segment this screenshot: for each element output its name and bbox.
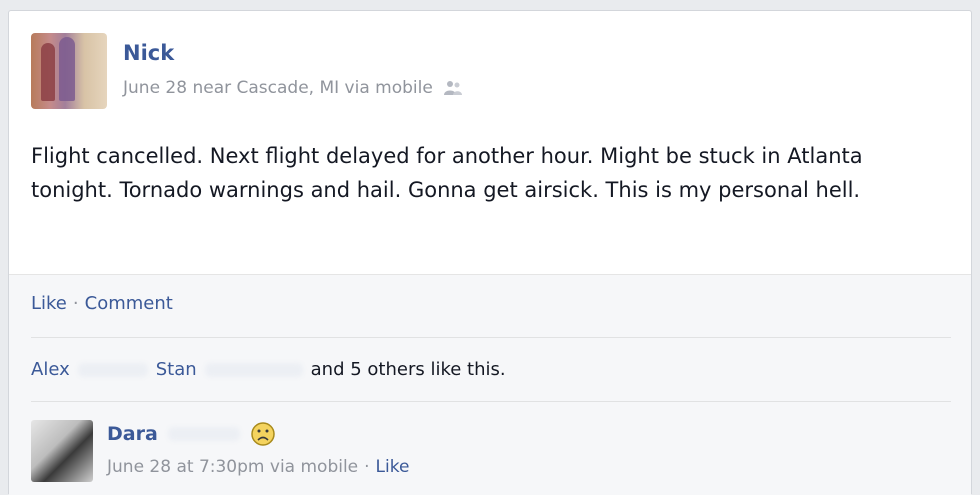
divider (31, 401, 951, 402)
post-meta-text[interactable]: June 28 near Cascade, MI via mobile (123, 78, 433, 98)
commenter-avatar[interactable] (31, 420, 93, 482)
comment-like-link[interactable]: Like (376, 457, 410, 477)
likes-count-text[interactable]: and 5 others like this. (311, 359, 506, 380)
post-author-name[interactable]: Nick (123, 41, 174, 65)
liker-link[interactable]: Stan (156, 359, 197, 380)
divider (9, 274, 971, 275)
post-text: Flight cancelled. Next flight delayed fo… (31, 144, 863, 202)
post-card: Nick June 28 near Cascade, MI via mobile… (8, 10, 972, 495)
blurred-name (77, 362, 148, 377)
divider (31, 337, 951, 338)
like-link[interactable]: Like (31, 293, 67, 314)
comment-author-name[interactable]: Dara (107, 423, 158, 445)
comment-header: Dara (107, 421, 276, 447)
separator: · (364, 457, 370, 477)
liker-link[interactable]: Alex (31, 359, 70, 380)
post-actions: Like · Comment (31, 293, 173, 314)
comment-meta: June 28 at 7:30pm via mobile · Like (107, 457, 409, 477)
blurred-name (167, 427, 240, 441)
avatar-figure (59, 37, 75, 101)
avatar-figure (41, 43, 55, 101)
friends-icon[interactable] (443, 80, 463, 96)
post-meta: June 28 near Cascade, MI via mobile (123, 78, 463, 98)
author-avatar[interactable] (31, 33, 107, 109)
sad-face-icon (250, 421, 276, 447)
blurred-name (204, 362, 303, 377)
separator: · (72, 293, 79, 314)
likes-summary: Alex Stan and 5 others like this. (31, 359, 506, 380)
comment-timestamp[interactable]: June 28 at 7:30pm via mobile (107, 457, 358, 477)
comment-link[interactable]: Comment (85, 293, 173, 314)
